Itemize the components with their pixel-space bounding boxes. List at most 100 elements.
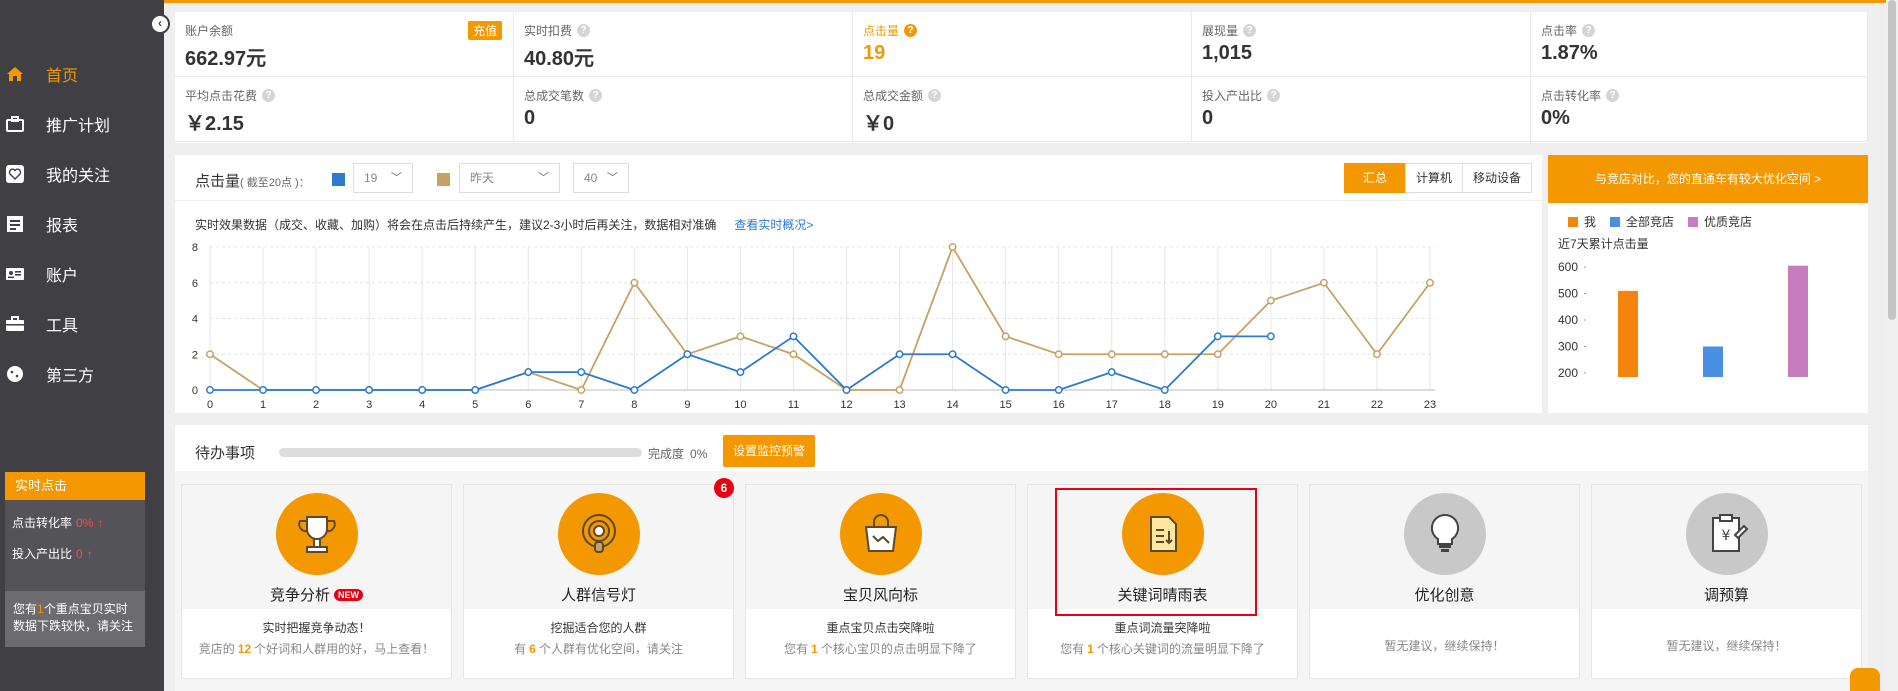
stat-label: 实时扣费 [524,24,573,38]
tab-mobile[interactable]: 移动设备 [1461,163,1532,193]
realtime-ctr: 点击转化率 0% ↑ [5,514,145,531]
stat-label: 账户余额 [185,24,234,38]
sidebar-item-campaigns[interactable]: 推广计划 [0,103,164,145]
x-tick-label: 5 [472,399,478,411]
help-icon[interactable]: ? [928,89,942,102]
scrollbar[interactable] [1886,0,1898,691]
compare-banner[interactable]: 与竞店对比，您的直通车有较大优化空间 > [1548,155,1868,203]
data-point [789,332,798,341]
card-line1: 实时把握竞争动态！ [262,621,371,635]
alert-count: 1 [37,602,44,616]
stat-clicks[interactable]: 点击量? 19 [853,12,1192,77]
chart-note: 实时效果数据（成交、收藏、加购）将会在点击后持续产生，建议2-3小时后再关注，数… [195,216,813,233]
compare-day-select[interactable]: 昨天 ﹀ [459,163,560,193]
legend-swatch [1610,216,1621,227]
help-icon[interactable]: ? [1606,89,1620,102]
help-icon[interactable]: ? [262,89,276,102]
data-point [1213,350,1222,359]
data-point [630,386,639,394]
x-tick-label: 0 [207,399,213,411]
data-point [577,386,586,394]
sidebar-item-third-party[interactable]: 第三方 [0,353,164,395]
briefcase-icon [6,115,24,133]
card-adjust-budget[interactable]: ¥ 调预算 暂无建议，继续保持！ [1591,484,1862,679]
x-tick-label: 6 [525,399,531,411]
arrow-up-icon: ↑ [97,516,104,530]
trophy-icon [276,493,358,575]
x-tick-label: 16 [1053,399,1065,411]
stat-cvr[interactable]: 点击转化率? 0% [1531,77,1868,142]
sidebar-item-reports[interactable]: 报表 [0,203,164,245]
card-optimize-creative[interactable]: 优化创意 暂无建议，继续保持！ [1309,484,1580,679]
chart-title-text: 点击量 [195,173,241,190]
card-line2: 您有 1 个核心宝贝的点击明显下降了 [746,640,1015,657]
stat-balance: 账户余额 662.97元 充值 [175,12,514,77]
help-icon[interactable]: ? [904,24,918,37]
scrollbar-thumb[interactable] [1888,0,1896,320]
y-tick-label: 6 [192,278,198,290]
stat-roi[interactable]: 投入产出比? 0 [1192,77,1531,142]
data-point [206,386,214,394]
card-line2-b: 个核心关键词的流量明显下降了 [1096,642,1265,656]
data-point [312,386,321,394]
realtime-alert[interactable]: 您有1个重点宝贝实时数据下跌较快，请关注 [5,591,145,647]
help-icon[interactable]: ? [1582,24,1596,37]
sidebar-item-home[interactable]: 首页 [0,53,164,95]
x-tick-label: 11 [788,399,799,411]
stat-orders[interactable]: 总成交笔数? 0 [514,77,853,142]
help-icon[interactable]: ? [1243,24,1257,37]
sidebar-item-tools[interactable]: 工具 [0,303,164,345]
help-icon[interactable]: ? [577,24,591,37]
chevron-down-icon: ﹀ [607,172,618,184]
toolbox-icon [6,315,24,333]
report-icon [6,215,24,233]
realtime-title[interactable]: 实时点击 [5,472,145,500]
compare-series-select[interactable]: 40 ﹀ [573,163,629,193]
stat-label: 点击量 [863,24,900,38]
today-series-select[interactable]: 19 ﹀ [353,163,413,193]
realtime-panel: 实时点击 点击转化率 0% ↑ 投入产出比 0 ↑ 您有1个重点宝贝实时数据下跌较快，请… [5,472,145,647]
card-audience-signal[interactable]: 人群信号灯 挖掘适合您的人群 有 6 个人群有优化空间，请关注 [463,484,734,679]
card-line2-a: 竞店的 [198,642,235,656]
collapse-sidebar-button[interactable]: ‹ [150,14,170,34]
realtime-overview-link[interactable]: 查看实时概况> [734,218,813,232]
stat-label: 平均点击花费 [185,89,258,103]
card-competition-analysis[interactable]: 竞争分析 NEW 实时把握竞争动态！ 竞店的 12 个好词和人群用的好，马上查看！ [181,484,452,679]
card-count: 1 [1087,642,1094,656]
sidebar-item-account[interactable]: 账户 [0,253,164,295]
card-item-trend[interactable]: 宝贝风向标 重点宝贝点击突降啦 您有 1 个核心宝贝的点击明显下降了 [745,484,1016,679]
stat-gmv[interactable]: 总成交金额? ￥0 [853,77,1192,142]
stat-impressions[interactable]: 展现量? 1,015 [1192,12,1531,77]
card-count: 1 [811,642,818,656]
sidebar: 首页 推广计划 我的关注 报表 账户 工具 第三方 实时点击 点击转化率 0% … [0,0,164,691]
sidebar-item-label: 首页 [46,68,79,85]
compare-panel: 与竞店对比，您的直通车有较大优化空间 > 我 全部竞店 优质竞店 近7天累计点击… [1548,155,1868,413]
stat-ctr[interactable]: 点击率? 1.87% [1531,12,1868,77]
data-point [1266,332,1275,341]
set-monitor-alert-button[interactable]: 设置监控预警 [723,435,816,467]
tab-pc[interactable]: 计算机 [1404,163,1463,193]
stat-value: ￥2.15 [185,113,244,135]
stat-avg-cpc[interactable]: 平均点击花费? ￥2.15 [175,77,514,142]
legend-label: 全部竞店 [1626,215,1675,229]
data-point [206,350,214,359]
y-tick-label: 500 [1558,287,1578,301]
x-tick-label: 7 [578,399,584,411]
chart-header: 点击量( 截至20点 )： 19 ﹀ 昨天 ﹀ 40 ﹀ 汇总 计算机 移动设备 [175,155,1542,201]
stat-value: 0% [1541,107,1570,129]
tab-all[interactable]: 汇总 [1343,163,1406,193]
sidebar-item-follows[interactable]: 我的关注 [0,153,164,195]
bar [1618,290,1638,377]
legend-item: 全部竞店 [1610,213,1674,230]
stat-label: 展现量 [1202,24,1239,38]
help-icon[interactable]: ? [1267,89,1281,102]
card-count: 12 [237,642,252,656]
recharge-button[interactable]: 充值 [467,21,502,40]
x-tick-label: 13 [893,399,905,411]
y-tick-label: 400 [1558,313,1578,327]
x-tick-label: 10 [734,399,746,411]
chat-button[interactable] [1850,668,1880,691]
data-point [895,350,904,359]
help-icon[interactable]: ? [589,89,603,102]
stat-value: 1,015 [1202,42,1253,64]
